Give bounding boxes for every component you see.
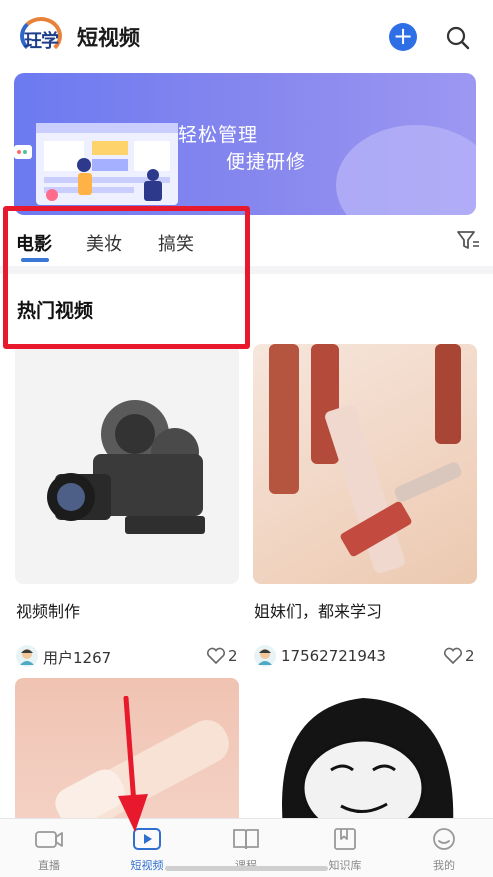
app-logo: 玨学 [20, 17, 66, 57]
banner-line1: 轻松管理 [178, 124, 259, 146]
video-title[interactable]: 姐妹们，都来学习 [254, 598, 382, 622]
like-count: 2 [465, 647, 475, 665]
camera-icon [35, 831, 63, 848]
smile-icon [433, 828, 455, 850]
promo-banner[interactable]: 轻松管理 便捷研修 [14, 73, 476, 215]
filter-icon[interactable] [456, 229, 480, 251]
add-button[interactable]: + [389, 23, 417, 51]
red-arrow-annotation [118, 696, 148, 832]
nav-label: 直播 [38, 859, 60, 872]
banner-illustration [14, 123, 178, 205]
username: 17562721943 [281, 647, 386, 665]
header-bar: 玨学 短视频 + [0, 0, 493, 72]
lip-gloss-image [269, 344, 462, 574]
avatar [16, 645, 38, 667]
book-icon [233, 829, 259, 850]
video-thumbnail-1[interactable] [15, 344, 239, 584]
logo-text: 玨学 [24, 31, 59, 52]
like-count: 2 [228, 647, 238, 665]
heart-icon[interactable] [443, 647, 463, 665]
username: 用户1267 [43, 649, 112, 667]
search-icon[interactable] [444, 24, 472, 52]
page-title: 短视频 [77, 26, 140, 50]
home-indicator [165, 866, 328, 871]
meme-face-image [282, 698, 454, 838]
nav-label: 我的 [433, 859, 455, 872]
bookmark-icon [334, 828, 356, 850]
film-camera-icon [47, 400, 205, 534]
heart-icon[interactable] [206, 647, 226, 665]
video-thumbnail-4[interactable] [253, 678, 477, 838]
nav-item-live[interactable]: 直播 [0, 819, 98, 877]
banner-line2: 便捷研修 [226, 151, 307, 173]
nav-item-profile[interactable]: 我的 [395, 819, 493, 877]
video-thumbnail-2[interactable] [253, 344, 477, 584]
avatar [254, 645, 276, 667]
video-title[interactable]: 视频制作 [16, 598, 80, 622]
highlight-box [3, 206, 250, 349]
